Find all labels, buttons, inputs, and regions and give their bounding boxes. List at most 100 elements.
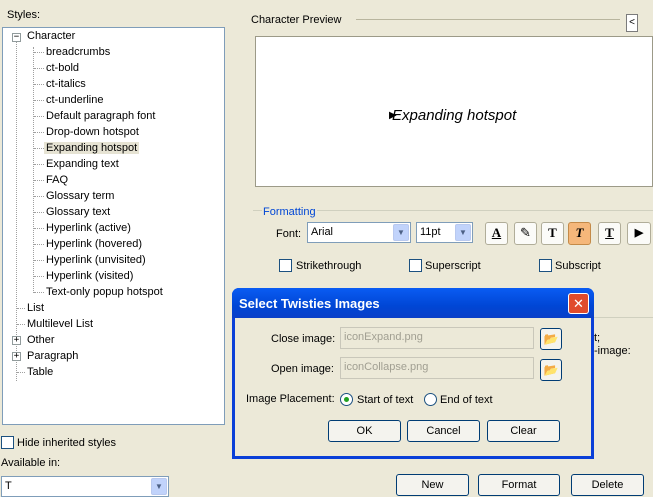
- bold-button[interactable]: T: [541, 222, 564, 245]
- highlight-button[interactable]: ✎: [514, 222, 537, 245]
- tree-item-label: List: [27, 302, 45, 314]
- tree-item-label: FAQ: [46, 174, 69, 186]
- tree-item[interactable]: Default paragraph font: [46, 109, 155, 123]
- hidden-text-line: -image:: [594, 345, 631, 357]
- tree-item-label: Hyperlink (hovered): [46, 238, 142, 250]
- hidden-text-line: t;: [594, 332, 601, 344]
- dialog-title-bar[interactable]: Select Twisties Images ✕: [232, 288, 594, 318]
- available-in-value: T: [5, 480, 12, 492]
- tree-item-label: Glossary term: [46, 190, 115, 202]
- new-button[interactable]: New: [396, 474, 469, 496]
- tree-item[interactable]: FAQ: [46, 173, 68, 187]
- tree-line: [34, 244, 44, 245]
- close-image-field[interactable]: iconExpand.png: [340, 327, 534, 349]
- tree-item-list[interactable]: List: [27, 301, 44, 315]
- tree-line: [34, 132, 44, 133]
- clear-button[interactable]: Clear: [487, 420, 560, 442]
- tree-item[interactable]: Expanding text: [46, 157, 119, 171]
- tree-item-character[interactable]: Character: [27, 29, 75, 43]
- font-color-button[interactable]: A: [485, 222, 508, 245]
- tree-item-other[interactable]: Other: [27, 333, 55, 347]
- tree-line: [34, 52, 44, 53]
- tree-line: [34, 180, 44, 181]
- close-button[interactable]: ✕: [568, 293, 589, 314]
- expand-icon[interactable]: +: [12, 352, 21, 361]
- end-of-text-radio[interactable]: [424, 393, 437, 406]
- tree-item[interactable]: Hyperlink (unvisited): [46, 253, 146, 267]
- ok-button[interactable]: OK: [328, 420, 401, 442]
- tree-item-label: Hyperlink (active): [46, 222, 131, 234]
- tree-item[interactable]: Hyperlink (hovered): [46, 237, 142, 251]
- hide-inherited-label: Hide inherited styles: [17, 437, 117, 449]
- tree-item-label: Expanding hotspot: [44, 142, 140, 154]
- tree-line: [34, 212, 44, 213]
- dialog-title: Select Twisties Images: [239, 296, 380, 311]
- delete-button[interactable]: Delete: [571, 474, 644, 496]
- subscript-label: Subscript: [555, 260, 601, 272]
- preview-divider: [356, 19, 620, 20]
- scroll-left-button[interactable]: <: [626, 14, 638, 32]
- tree-line: [34, 164, 44, 165]
- open-image-label: Open image:: [271, 363, 334, 375]
- tree-item[interactable]: Drop-down hotspot: [46, 125, 139, 139]
- tree-item-label: Glossary text: [46, 206, 111, 218]
- styles-tree[interactable]: − Character breadcrumbs ct-bold ct-itali…: [2, 27, 225, 425]
- preview-text: Expanding hotspot: [392, 107, 517, 124]
- open-image-field[interactable]: iconCollapse.png: [340, 357, 534, 379]
- font-select[interactable]: Arial ▼: [307, 222, 411, 243]
- tree-item[interactable]: Text-only popup hotspot: [46, 285, 163, 299]
- chevron-down-icon: ▼: [393, 224, 409, 241]
- tree-item-label: Hyperlink (visited): [46, 270, 134, 282]
- subscript-checkbox[interactable]: [539, 259, 552, 272]
- formatting-label: Formatting: [262, 206, 317, 218]
- tree-item[interactable]: ct-italics: [46, 77, 86, 91]
- tree-item-label: ct-italics: [46, 78, 86, 90]
- dialog-body: Close image: iconExpand.png 📂 Open image…: [235, 318, 591, 456]
- close-icon: ✕: [573, 296, 584, 311]
- tree-line: [17, 324, 25, 325]
- available-in-label: Available in:: [1, 457, 61, 469]
- select-twisties-dialog: Select Twisties Images ✕ Close image: ic…: [232, 288, 594, 459]
- format-button[interactable]: Format: [478, 474, 560, 496]
- folder-open-icon: 📂: [543, 332, 559, 346]
- cancel-button[interactable]: Cancel: [407, 420, 480, 442]
- tree-line: [34, 276, 44, 277]
- browse-close-image-button[interactable]: 📂: [540, 328, 562, 350]
- tree-item-label: Other: [27, 334, 55, 346]
- tree-item[interactable]: breadcrumbs: [46, 45, 110, 59]
- browse-open-image-button[interactable]: 📂: [540, 359, 562, 381]
- tree-item[interactable]: Glossary term: [46, 189, 114, 203]
- tree-line: [34, 292, 44, 293]
- tree-item[interactable]: ct-underline: [46, 93, 103, 107]
- tree-item-label: Default paragraph font: [46, 110, 156, 122]
- tree-item[interactable]: Glossary text: [46, 205, 110, 219]
- tree-item-multilevel-list[interactable]: Multilevel List: [27, 317, 93, 331]
- italic-button[interactable]: T: [568, 222, 591, 245]
- tree-item-label: Expanding text: [46, 158, 119, 170]
- tree-line: [34, 196, 44, 197]
- strikethrough-label: Strikethrough: [296, 260, 362, 272]
- italic-icon: T: [575, 225, 584, 240]
- expand-icon[interactable]: +: [12, 336, 21, 345]
- tree-item-paragraph[interactable]: Paragraph: [27, 349, 78, 363]
- tree-item-label: Text-only popup hotspot: [46, 286, 163, 298]
- font-size-select[interactable]: 11pt ▼: [416, 222, 473, 243]
- underline-button[interactable]: T: [598, 222, 621, 245]
- superscript-checkbox[interactable]: [409, 259, 422, 272]
- tree-item[interactable]: ct-bold: [46, 61, 79, 75]
- hide-inherited-checkbox[interactable]: [1, 436, 14, 449]
- collapse-icon[interactable]: −: [12, 33, 21, 42]
- tree-line: [16, 41, 17, 381]
- strikethrough-checkbox[interactable]: [279, 259, 292, 272]
- highlighter-icon: ✎: [520, 225, 531, 240]
- tree-item[interactable]: Hyperlink (active): [46, 221, 131, 235]
- tree-item-selected[interactable]: Expanding hotspot: [44, 141, 140, 155]
- tree-item-table[interactable]: Table: [27, 365, 53, 379]
- tree-line: [34, 260, 44, 261]
- tree-line: [34, 148, 44, 149]
- tree-item[interactable]: Hyperlink (visited): [46, 269, 133, 283]
- more-button[interactable]: ▶: [627, 222, 651, 245]
- available-in-select[interactable]: T ▼: [1, 476, 169, 497]
- preview-label: Character Preview: [251, 14, 342, 26]
- start-of-text-radio[interactable]: [340, 393, 353, 406]
